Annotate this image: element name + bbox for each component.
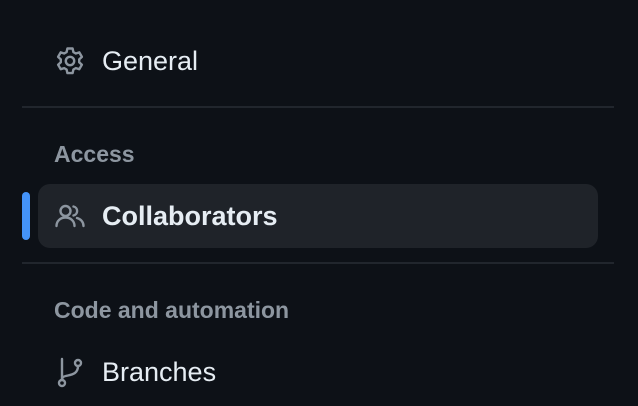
sidebar-item-label: General bbox=[102, 46, 199, 76]
sidebar-item-general[interactable]: General bbox=[38, 29, 598, 93]
people-icon bbox=[54, 200, 86, 232]
settings-sidebar-nav: General Access Collaborators Code and au… bbox=[0, 0, 638, 406]
sidebar-item-label: Collaborators bbox=[102, 201, 278, 231]
git-branch-icon bbox=[54, 356, 86, 388]
active-item-indicator bbox=[22, 192, 30, 240]
sidebar-item-collaborators[interactable]: Collaborators bbox=[38, 184, 598, 248]
section-heading-access: Access bbox=[54, 141, 135, 167]
gear-icon bbox=[54, 45, 86, 77]
sidebar-item-label: Branches bbox=[102, 357, 217, 387]
sidebar-item-branches[interactable]: Branches bbox=[38, 340, 598, 404]
section-heading-code-and-automation: Code and automation bbox=[54, 297, 290, 323]
section-divider bbox=[22, 106, 614, 108]
section-divider bbox=[22, 262, 614, 264]
